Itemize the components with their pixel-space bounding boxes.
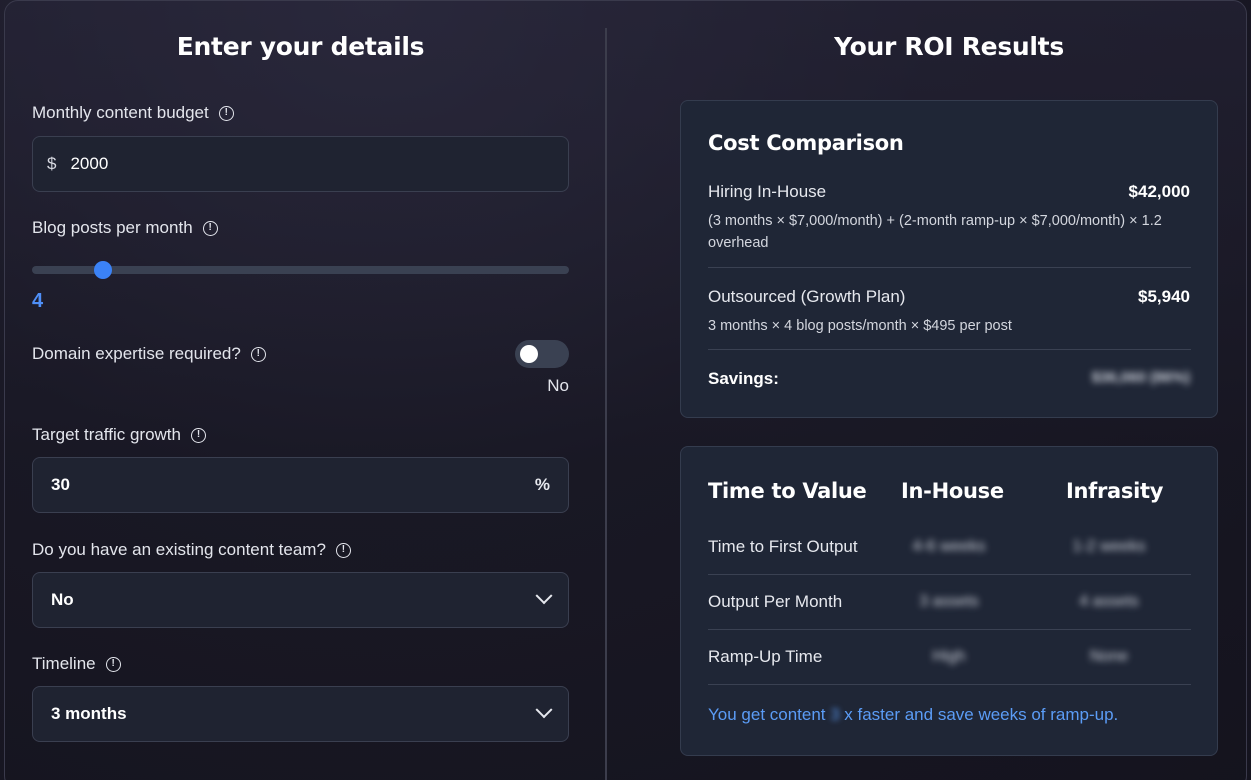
- domain-label: Domain expertise required? !: [32, 344, 266, 364]
- time-to-value-card: Time to Value In-House Infrasity Time to…: [680, 446, 1218, 756]
- cost-comparison-card: Cost Comparison Hiring In-House $42,000 …: [680, 100, 1218, 418]
- tv-infrasity-value: None: [1089, 648, 1129, 665]
- savings-value: $36,060 (86%): [1091, 369, 1190, 386]
- domain-toggle-state: No: [547, 376, 569, 395]
- domain-toggle[interactable]: [515, 340, 569, 368]
- info-icon[interactable]: !: [190, 427, 206, 443]
- team-label-text: Do you have an existing content team?: [32, 540, 326, 559]
- tv-infrasity-value: 1-2 weeks: [1072, 538, 1146, 555]
- tv-summary: You get content 3x faster and save weeks…: [708, 705, 1118, 725]
- tv-row-label: Output Per Month: [708, 592, 843, 611]
- cost-card-title: Cost Comparison: [708, 131, 904, 155]
- traffic-value: 30: [51, 475, 70, 494]
- info-icon[interactable]: !: [335, 542, 351, 558]
- divider: [708, 267, 1191, 268]
- chevron-down-icon: [535, 701, 553, 719]
- info-icon[interactable]: !: [202, 220, 218, 236]
- divider: [708, 349, 1191, 350]
- traffic-label-text: Target traffic growth: [32, 425, 181, 444]
- inhouse-label: Hiring In-House: [708, 182, 827, 201]
- info-icon[interactable]: !: [218, 105, 234, 121]
- inhouse-value: $42,000: [1128, 182, 1190, 201]
- team-select[interactable]: No: [32, 572, 569, 628]
- budget-label-text: Monthly content budget: [32, 103, 209, 122]
- tv-inhouse-value: 4-6 weeks: [912, 538, 986, 555]
- currency-prefix: $: [47, 154, 57, 173]
- outsourced-label: Outsourced (Growth Plan): [708, 287, 906, 306]
- timeline-label-text: Timeline: [32, 654, 96, 673]
- tv-header-infrasity: Infrasity: [1066, 479, 1164, 503]
- divider: [708, 684, 1191, 685]
- blog-posts-label: Blog posts per month !: [32, 218, 218, 238]
- tv-header-metric: Time to Value: [708, 479, 867, 503]
- traffic-input[interactable]: 30 %: [32, 457, 569, 513]
- column-divider: [605, 28, 607, 780]
- toggle-knob: [520, 345, 538, 363]
- tv-infrasity-value: 4 assets: [1079, 593, 1139, 610]
- timeline-selected: 3 months: [51, 704, 127, 723]
- budget-label: Monthly content budget !: [32, 103, 234, 123]
- inhouse-detail: (3 months × $7,000/month) + (2-month ram…: [708, 213, 1162, 251]
- budget-input[interactable]: $ 2000: [32, 136, 569, 192]
- tv-header-inhouse: In-House: [901, 479, 1004, 503]
- tv-inhouse-value: High: [932, 648, 966, 665]
- blog-posts-value: 4: [32, 290, 44, 312]
- percent-suffix: %: [534, 475, 550, 494]
- results-title: Your ROI Results: [834, 32, 1064, 61]
- savings-label: Savings:: [708, 369, 779, 388]
- blog-posts-slider[interactable]: [32, 261, 569, 279]
- tv-row-label: Time to First Output: [708, 537, 858, 556]
- team-label: Do you have an existing content team? !: [32, 540, 351, 560]
- info-icon[interactable]: !: [250, 346, 266, 362]
- team-selected: No: [51, 590, 74, 609]
- outsourced-detail: 3 months × 4 blog posts/month × $495 per…: [708, 318, 1012, 334]
- tv-inhouse-value: 3 assets: [919, 593, 979, 610]
- domain-label-text: Domain expertise required?: [32, 344, 241, 363]
- tv-summary-multiplier: 3: [830, 705, 840, 724]
- chevron-down-icon: [535, 587, 553, 605]
- slider-thumb[interactable]: [93, 261, 112, 279]
- tv-row-label: Ramp-Up Time: [708, 647, 823, 666]
- tv-summary-pre: You get content: [708, 705, 831, 724]
- traffic-label: Target traffic growth !: [32, 425, 206, 445]
- tv-summary-post: x faster and save weeks of ramp-up.: [844, 705, 1119, 724]
- divider: [708, 574, 1191, 575]
- blog-posts-label-text: Blog posts per month: [32, 218, 193, 237]
- timeline-label: Timeline !: [32, 654, 121, 674]
- divider: [708, 629, 1191, 630]
- outsourced-value: $5,940: [1138, 287, 1190, 306]
- info-icon[interactable]: !: [105, 656, 121, 672]
- budget-value: 2000: [70, 154, 109, 173]
- timeline-select[interactable]: 3 months: [32, 686, 569, 742]
- details-title: Enter your details: [176, 32, 425, 61]
